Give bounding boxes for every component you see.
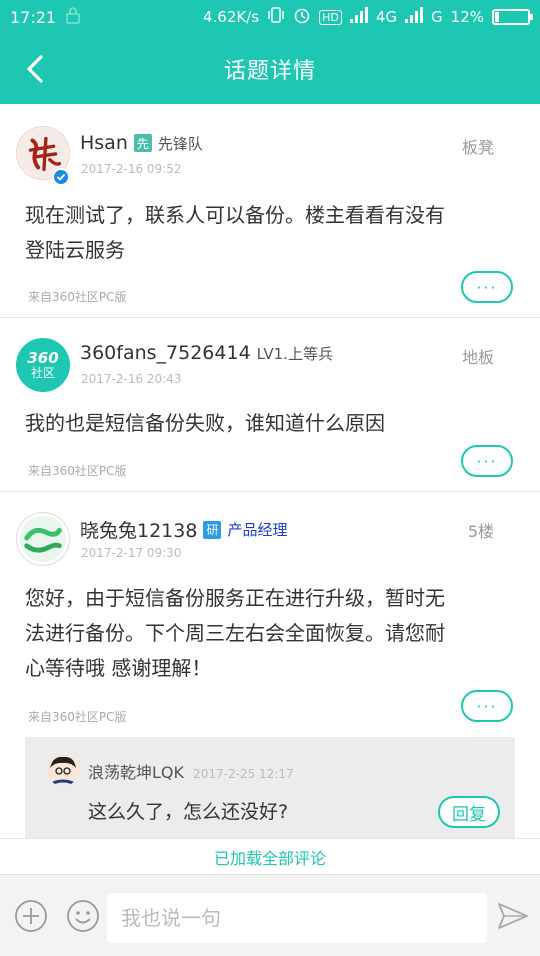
signal-icon xyxy=(349,7,368,27)
post-body: 我的也是短信备份失败，谁知道什么原因 xyxy=(25,406,515,441)
post-time: 2017-2-17 09:30 xyxy=(81,546,182,560)
battery-percent: 12% xyxy=(450,8,484,26)
battery-icon xyxy=(492,9,533,25)
post-source: 来自360社区PC版 xyxy=(28,290,127,304)
add-button[interactable] xyxy=(14,899,48,933)
floor-label: 地板 xyxy=(461,348,494,367)
user-line: 晓兔兔12138 研 产品经理 xyxy=(80,516,287,543)
title-bar: 话题详情 xyxy=(0,34,540,104)
reply-time: 2017-2-25 12:17 xyxy=(193,767,294,781)
username[interactable]: Hsan xyxy=(80,132,128,154)
alarm-icon xyxy=(293,6,311,28)
vibrate-icon xyxy=(267,6,285,28)
back-button[interactable] xyxy=(18,52,52,86)
comment-composer xyxy=(0,874,540,956)
chevron-left-icon xyxy=(27,55,43,83)
floor-label: 板凳 xyxy=(461,138,494,157)
floor-label: 5楼 xyxy=(467,522,494,541)
network-type-g: G xyxy=(431,8,443,26)
network-speed: 4.62K/s xyxy=(203,8,260,26)
avatar[interactable] xyxy=(47,754,79,786)
reply-button[interactable]: 回复 xyxy=(438,796,500,828)
avatar[interactable]: 360 社区 xyxy=(16,338,70,392)
comment-input[interactable] xyxy=(107,893,487,943)
more-button[interactable]: ··· xyxy=(461,271,513,303)
verified-icon xyxy=(52,168,70,186)
send-icon xyxy=(498,903,528,929)
comment-item: Hsan 先 先锋队 2017-2-16 09:52 板凳 现在测试了，联系人可… xyxy=(0,104,540,318)
post-body: 现在测试了，联系人可以备份。楼主看看有没有 登陆云服务 xyxy=(25,198,515,268)
role-label: 先锋队 xyxy=(157,134,203,153)
role-label: 产品经理 xyxy=(227,521,288,539)
reply-header: 浪荡乾坤LQK 2017-2-25 12:17 xyxy=(88,759,294,783)
role-badge: 先 xyxy=(133,134,152,152)
emoji-button[interactable] xyxy=(66,899,100,933)
page-title: 话题详情 xyxy=(223,59,316,84)
avatar-text-bottom: 社区 xyxy=(30,365,55,380)
post-source: 来自360社区PC版 xyxy=(28,464,127,478)
user-line: 360fans_7526414 LV1.上等兵 xyxy=(80,342,333,364)
network-type-4g: 4G xyxy=(375,8,398,26)
loaded-all-label: 已加载全部评论 xyxy=(0,838,540,874)
comment-item: 360 社区 360fans_7526414 LV1.上等兵 2017-2-16… xyxy=(0,318,540,492)
level-label: LV1.上等兵 xyxy=(256,344,333,363)
user-line: Hsan 先 先锋队 xyxy=(80,132,203,154)
post-body: 您好，由于短信备份服务正在进行升级，暂时无 法进行备份。下个周三左右会全面恢复。… xyxy=(25,581,515,686)
send-button[interactable] xyxy=(496,899,530,933)
role-badge: 研 xyxy=(203,520,222,539)
more-button[interactable]: ··· xyxy=(461,690,513,722)
avatar-text-top: 360 xyxy=(27,348,59,367)
status-time: 17:21 xyxy=(10,7,57,27)
reply-text: 这么久了，怎么还没好? xyxy=(88,801,289,823)
post-line: 现在测试了，联系人可以备份。楼主看看有没有 xyxy=(25,203,445,227)
post-line: 心等待哦 感谢理解！ xyxy=(25,656,212,680)
smiley-icon xyxy=(67,900,99,932)
reply-username[interactable]: 浪荡乾坤LQK xyxy=(88,763,184,782)
post-line: 登陆云服务 xyxy=(25,238,125,262)
username[interactable]: 晓兔兔12138 xyxy=(80,516,197,543)
post-line: 我的也是短信备份失败，谁知道什么原因 xyxy=(25,411,385,435)
post-line: 您好，由于短信备份服务正在进行升级，暂时无 xyxy=(25,586,445,610)
status-bar: 17:21 4.62K/s HD 4G G 12% xyxy=(0,0,540,34)
post-line: 法进行备份。下个周三左右会全面恢复。请您耐 xyxy=(25,621,445,645)
post-time: 2017-2-16 09:52 xyxy=(81,162,182,176)
username[interactable]: 360fans_7526414 xyxy=(80,342,251,364)
post-time: 2017-2-16 20:43 xyxy=(81,372,182,386)
reply-item: 浪荡乾坤LQK 2017-2-25 12:17 这么久了，怎么还没好? 回复 xyxy=(25,737,515,841)
more-button[interactable]: ··· xyxy=(461,445,513,477)
hd-icon: HD xyxy=(319,9,342,25)
post-source: 来自360社区PC版 xyxy=(28,710,127,724)
signal-icon-2 xyxy=(405,7,424,27)
lock-icon xyxy=(66,6,80,28)
avatar[interactable] xyxy=(16,512,70,566)
plus-circle-icon xyxy=(15,900,47,932)
comment-list[interactable]: Hsan 先 先锋队 2017-2-16 09:52 板凳 现在测试了，联系人可… xyxy=(0,104,540,872)
